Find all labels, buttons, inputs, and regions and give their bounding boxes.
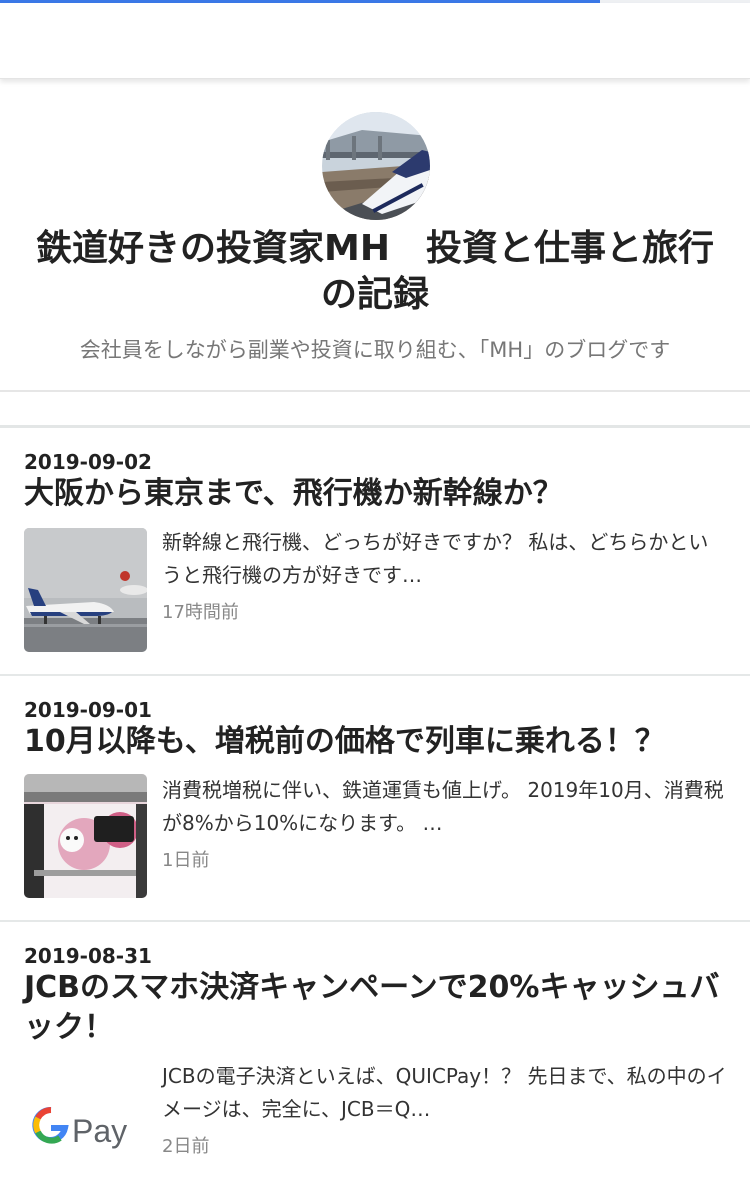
top-app-bar	[0, 3, 750, 79]
entry-date: 2019-09-02	[24, 450, 152, 474]
entry-item[interactable]: 2019-08-31 JCBのスマホ決済キャンペーンで20%キャッシュバック！ …	[0, 922, 750, 1200]
blog-title[interactable]: 鉄道好きの投資家MH 投資と仕事と旅行の記録	[20, 226, 730, 318]
entry-thumbnail-google-pay-logo[interactable]: Pay	[24, 1062, 147, 1186]
entry-item[interactable]: 2019-09-01 10月以降も、増税前の価格で列車に乗れる！？ 消費税増税に…	[0, 676, 750, 922]
entry-date: 2019-09-01	[24, 698, 152, 722]
svg-text:Pay: Pay	[72, 1113, 127, 1149]
blog-avatar-shinkansen-image[interactable]	[322, 112, 430, 220]
entry-thumbnail-train-image[interactable]	[24, 774, 147, 898]
entry-item[interactable]: 2019-09-02 大阪から東京まで、飛行機か新幹線か？ 新幹線と飛行機、どっ…	[0, 428, 750, 676]
blog-header: 鉄道好きの投資家MH 投資と仕事と旅行の記録 会社員をしながら副業や投資に取り組…	[0, 80, 750, 392]
entry-title[interactable]: JCBのスマホ決済キャンペーンで20%キャッシュバック！	[24, 968, 724, 1048]
entry-title[interactable]: 10月以降も、増税前の価格で列車に乗れる！？	[24, 722, 724, 762]
entry-excerpt: JCBの電子決済といえば、QUICPay！？ 先日まで、私の中のイメージは、完全…	[162, 1064, 727, 1121]
entry-thumbnail-airplane-image[interactable]	[24, 528, 147, 652]
blog-description: 会社員をしながら副業や投資に取り組む、「MH」のブログです	[79, 338, 671, 362]
entry-excerpt: 新幹線と飛行機、どっちが好きですか？ 私は、どちらかというと飛行機の方が好きです…	[162, 530, 709, 587]
entry-date: 2019-08-31	[24, 944, 152, 968]
entry-relative-time: 1日前	[162, 850, 210, 871]
entry-relative-time: 17時間前	[162, 602, 239, 623]
entry-relative-time: 2日前	[162, 1136, 210, 1157]
entry-excerpt: 消費税増税に伴い、鉄道運賃も値上げ。 2019年10月、消費税が8%から10%に…	[162, 778, 724, 835]
entry-title[interactable]: 大阪から東京まで、飛行機か新幹線か？	[24, 474, 724, 514]
